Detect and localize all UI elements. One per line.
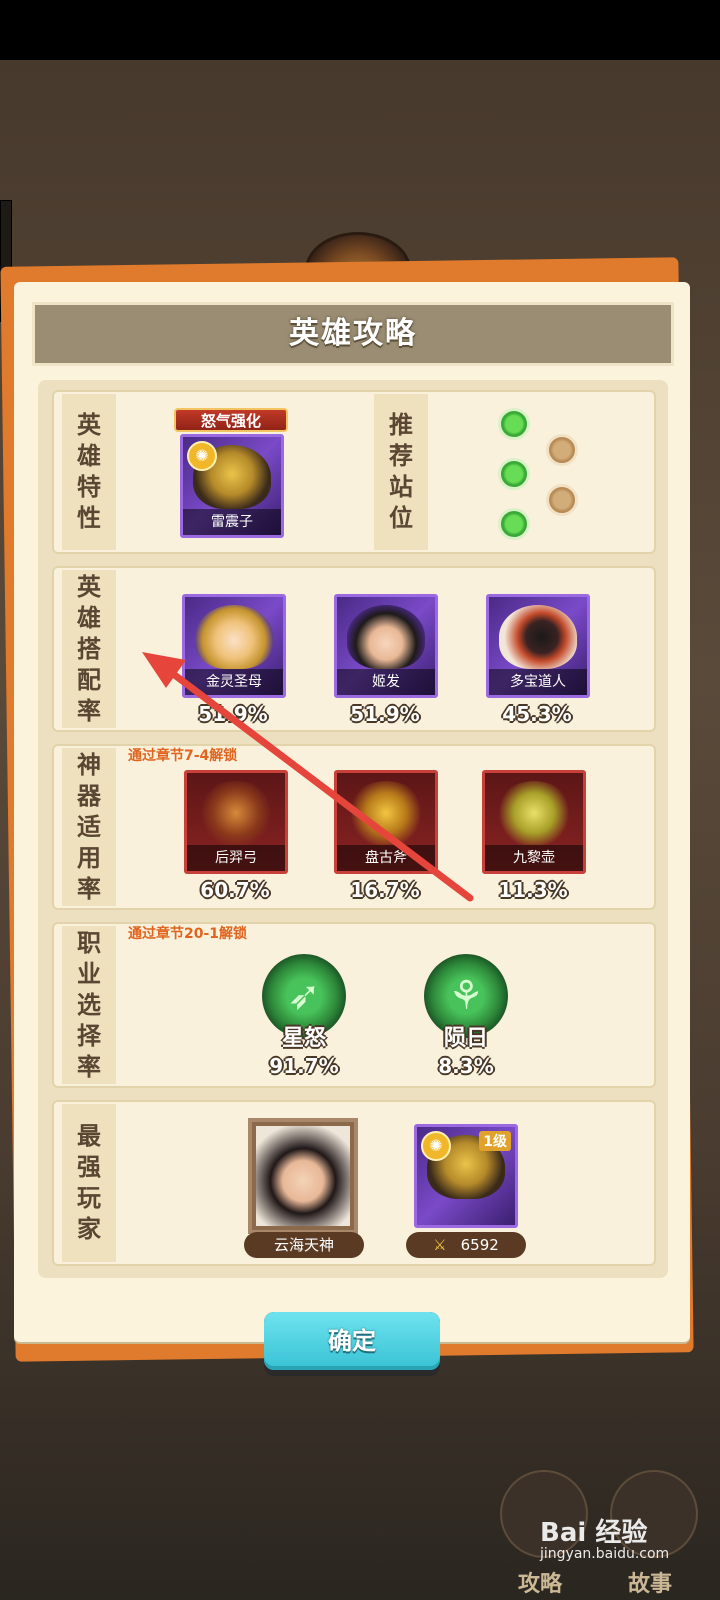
tab-guide-label: 攻略 (518, 1572, 563, 1597)
bow-icon (197, 781, 275, 845)
artifact-label: 神 器 适 用 率 (62, 748, 116, 906)
job-rate: 8.3% (438, 1054, 494, 1078)
pairing-rate: 45.3% (502, 702, 572, 726)
artifact-card[interactable]: 后羿弓 (184, 770, 288, 874)
artifact-rate: 16.7% (350, 878, 420, 902)
traits-label: 英 雄 特 性 (62, 394, 116, 550)
artifact-card[interactable]: 九黎壶 (482, 770, 586, 874)
position-slot (498, 508, 530, 540)
player-name: 云海天神 (244, 1232, 364, 1258)
artifact-rate: 11.3% (498, 878, 568, 902)
hero-card[interactable]: 多宝道人 (486, 594, 590, 698)
hero-portrait (195, 605, 273, 669)
rage-banner: 怒气强化 (174, 408, 288, 432)
top-player-label: 最 强 玩 家 (62, 1104, 116, 1262)
watermark-logo: Bai 经验 (540, 1518, 648, 1548)
job-xingnu[interactable]: ➶ 星怒 (244, 954, 364, 1054)
class-icon: ✺ (421, 1131, 451, 1161)
hero-portrait (347, 605, 425, 669)
avatar (256, 1126, 350, 1226)
hero-card-leizhenzi[interactable]: ✺ 雷震子 (180, 434, 284, 538)
position-slot (498, 458, 530, 490)
artifact-card[interactable]: 盘古斧 (334, 770, 438, 874)
job-label: 职 业 选 择 率 (62, 926, 116, 1084)
level-badge: 1级 (479, 1131, 511, 1151)
job-yunri[interactable]: ⚘ 陨日 (406, 954, 526, 1054)
pot-icon (495, 781, 573, 845)
job-rate: 91.7% (269, 1054, 339, 1078)
page-title: 英雄攻略 (289, 316, 417, 351)
position-slot (546, 434, 578, 466)
hero-card[interactable]: 金灵圣母 (182, 594, 286, 698)
watermark-url: jingyan.baidu.com (540, 1546, 670, 1562)
pairing-label: 英 雄 搭 配 率 (62, 570, 116, 728)
panel-header: 英雄攻略 (32, 302, 674, 366)
artifact-rate: 60.7% (200, 878, 270, 902)
position-slot (546, 484, 578, 516)
hero-portrait (499, 605, 577, 669)
status-bar (0, 0, 720, 60)
tab-story-label: 故事 (628, 1572, 673, 1597)
top-hero-card[interactable]: ✺ 1级 (414, 1124, 518, 1228)
class-icon: ✺ (187, 441, 217, 471)
pairing-rate: 51.9% (198, 702, 268, 726)
job-unlock-note: 通过章节20-1解锁 (128, 926, 248, 942)
position-label: 推 荐 站 位 (374, 394, 428, 550)
artifact-unlock-note: 通过章节7-4解锁 (128, 748, 238, 764)
player-avatar[interactable] (248, 1118, 358, 1234)
pairing-rate: 51.9% (350, 702, 420, 726)
confirm-button[interactable]: 确定 (264, 1312, 440, 1376)
position-slot (498, 408, 530, 440)
power-pill: ⚔ 6592 (406, 1232, 526, 1258)
swords-icon: ⚔ (433, 1236, 447, 1254)
axe-icon (347, 781, 425, 845)
hero-card[interactable]: 姬发 (334, 594, 438, 698)
traits-section: 英 雄 特 性 推 荐 站 位 (52, 390, 656, 554)
